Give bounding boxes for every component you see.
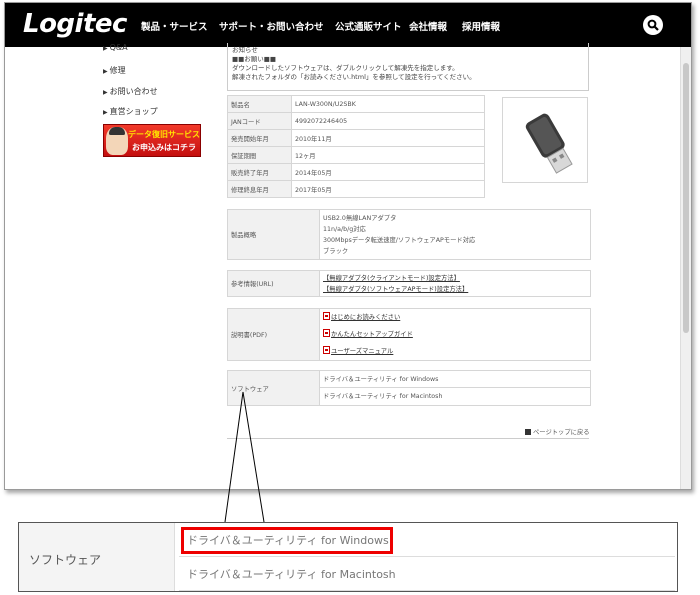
zoom-software-label: ソフトウェア — [19, 523, 175, 591]
highlight-box — [181, 527, 393, 554]
callout-lines — [224, 391, 265, 523]
zoom-software-mac[interactable]: ドライバ＆ユーティリティ for Macintosh — [179, 559, 675, 591]
zoomed-software-panel: ソフトウェア ドライバ＆ユーティリティ for Windows ドライバ＆ユーテ… — [18, 522, 678, 592]
